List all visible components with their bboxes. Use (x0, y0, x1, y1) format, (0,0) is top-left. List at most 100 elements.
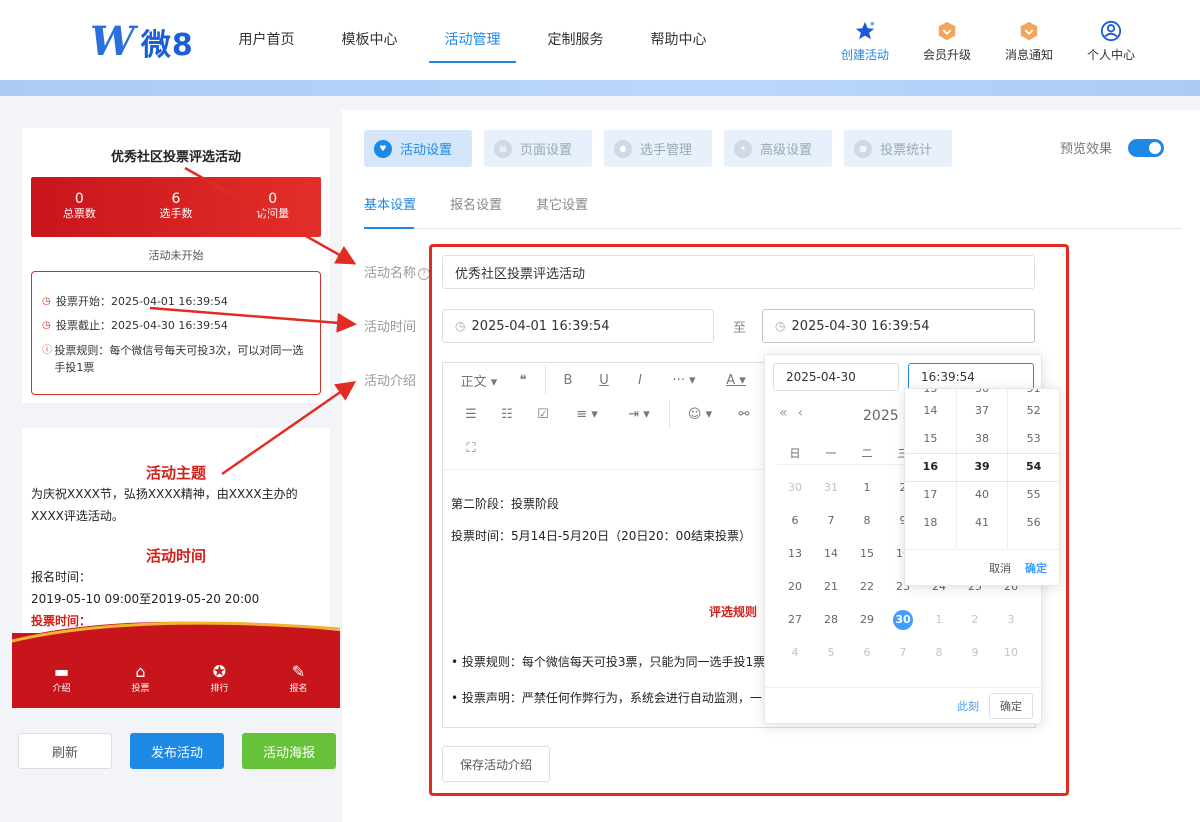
calendar-day[interactable]: 30 (777, 481, 813, 494)
bottom-nav-signup[interactable]: ✎ 报名 (259, 663, 338, 695)
create-activity-button[interactable]: 创建活动 (836, 20, 894, 63)
bottom-nav-ranking[interactable]: ✪ 排行 (180, 663, 259, 695)
time-confirm-button[interactable]: 确定 (1025, 560, 1047, 576)
refresh-button[interactable]: 刷新 (18, 733, 112, 769)
calendar-day[interactable]: 3 (993, 613, 1029, 626)
tab-activity-settings[interactable]: ♥ 活动设置 (364, 130, 473, 167)
picker-date-input[interactable]: 2025-04-30 (773, 363, 899, 391)
calendar-day[interactable]: 4 (777, 646, 813, 659)
logo[interactable]: W 微8 (90, 20, 194, 64)
nav-custom-service[interactable]: 定制服务 (524, 0, 627, 80)
minute-option[interactable]: 38 (957, 425, 1008, 453)
calendar-day[interactable]: 2 (957, 613, 993, 626)
nav-template-center[interactable]: 模板中心 (318, 0, 421, 80)
font-color-icon[interactable]: A ▾ (710, 373, 762, 388)
italic-icon[interactable]: I (622, 373, 658, 388)
calendar-day[interactable]: 20 (777, 580, 813, 593)
link-icon[interactable]: ⚯ (726, 407, 762, 422)
emoji-icon[interactable]: ☺ ▾ (674, 407, 726, 422)
hour-option[interactable]: 15 (905, 425, 956, 453)
calendar-day[interactable]: 27 (777, 613, 813, 626)
second-option[interactable]: 51 (1008, 389, 1059, 397)
numbered-list-icon[interactable]: ☷ (489, 407, 525, 422)
more-icon[interactable]: ··· ▾ (658, 373, 710, 388)
second-option[interactable]: 52 (1008, 397, 1059, 425)
calendar-day[interactable]: 6 (849, 646, 885, 659)
quote-icon[interactable]: ❝ (505, 373, 541, 388)
end-time-input[interactable]: ◷ 2025-04-30 16:39:54 (762, 309, 1035, 343)
paragraph-style-dropdown[interactable]: 正文 ▾ (453, 371, 505, 390)
nav-activity-management[interactable]: 活动管理 (421, 0, 524, 80)
minute-option[interactable]: 36 (957, 389, 1008, 397)
bullet-list-icon[interactable]: ☰ (453, 407, 489, 422)
tab-contestant-management[interactable]: ● 选手管理 (604, 130, 713, 167)
minute-column[interactable]: 36 37 38 39 40 41 (957, 389, 1009, 549)
second-option-selected[interactable]: 54 (1008, 453, 1059, 481)
minute-option[interactable]: 37 (957, 397, 1008, 425)
calendar-day[interactable]: 22 (849, 580, 885, 593)
bold-icon[interactable]: B (550, 373, 586, 388)
calendar-day[interactable]: 31 (813, 481, 849, 494)
bottom-nav-intro[interactable]: ▬ 介绍 (22, 663, 101, 695)
notifications-button[interactable]: 消息通知 (1000, 20, 1058, 63)
hour-option[interactable]: 14 (905, 397, 956, 425)
second-option[interactable]: 53 (1008, 425, 1059, 453)
subtab-basic-settings[interactable]: 基本设置 (364, 194, 416, 213)
picker-confirm-button[interactable]: 确定 (989, 692, 1033, 719)
fullscreen-icon[interactable]: ⛶ (453, 441, 489, 456)
calendar-day[interactable]: 5 (813, 646, 849, 659)
calendar-day[interactable]: 6 (777, 514, 813, 527)
hour-option[interactable]: 17 (905, 481, 956, 509)
picker-time-input[interactable]: 16:39:54 (908, 363, 1034, 391)
activity-poster-button[interactable]: 活动海报 (242, 733, 336, 769)
activity-name-input[interactable]: 优秀社区投票评选活动 (442, 255, 1035, 289)
prev-year-icon[interactable]: « (779, 405, 788, 421)
calendar-day[interactable]: 21 (813, 580, 849, 593)
calendar-day[interactable]: 8 (921, 646, 957, 659)
minute-option[interactable]: 41 (957, 509, 1008, 537)
calendar-day[interactable]: 15 (849, 547, 885, 560)
hour-option[interactable]: 18 (905, 509, 956, 537)
calendar-day[interactable]: 10 (993, 646, 1029, 659)
hour-option[interactable]: 13 (905, 389, 956, 397)
calendar-day-selected[interactable]: 30 (885, 609, 921, 630)
preview-effect-toggle[interactable] (1128, 138, 1164, 157)
second-column[interactable]: 51 52 53 54 55 56 (1008, 389, 1059, 549)
tab-page-settings[interactable]: ▤ 页面设置 (484, 130, 593, 167)
start-time-input[interactable]: ◷ 2025-04-01 16:39:54 (442, 309, 714, 343)
bottom-nav-vote[interactable]: ⌂ 投票 (101, 663, 180, 695)
underline-icon[interactable]: U (586, 373, 622, 388)
calendar-day[interactable]: 1 (849, 481, 885, 494)
tab-advanced-settings[interactable]: ✦ 高级设置 (724, 130, 833, 167)
calendar-day[interactable]: 28 (813, 613, 849, 626)
hour-column[interactable]: 13 14 15 16 17 18 (905, 389, 957, 549)
second-option[interactable]: 55 (1008, 481, 1059, 509)
subtab-signup-settings[interactable]: 报名设置 (450, 194, 502, 213)
personal-center-button[interactable]: 个人中心 (1082, 20, 1140, 63)
nav-user-home[interactable]: 用户首页 (215, 0, 318, 80)
calendar-day[interactable]: 13 (777, 547, 813, 560)
align-icon[interactable]: ≡ ▾ (561, 407, 613, 422)
calendar-day[interactable]: 14 (813, 547, 849, 560)
calendar-day[interactable]: 8 (849, 514, 885, 527)
save-intro-button[interactable]: 保存活动介绍 (442, 746, 550, 782)
calendar-day[interactable]: 9 (957, 646, 993, 659)
publish-activity-button[interactable]: 发布活动 (130, 733, 224, 769)
minute-option-selected[interactable]: 39 (957, 453, 1008, 481)
todo-icon[interactable]: ☑ (525, 407, 561, 422)
calendar-day[interactable]: 1 (921, 613, 957, 626)
calendar-day[interactable]: 7 (885, 646, 921, 659)
calendar-day[interactable]: 7 (813, 514, 849, 527)
second-option[interactable]: 56 (1008, 509, 1059, 537)
tab-vote-statistics[interactable]: ▦ 投票统计 (844, 130, 953, 167)
prev-month-icon[interactable]: ‹ (798, 405, 804, 421)
picker-now-button[interactable]: 此刻 (957, 698, 979, 714)
calendar-day[interactable]: 29 (849, 613, 885, 626)
member-upgrade-button[interactable]: 会员升级 (918, 20, 976, 63)
time-cancel-button[interactable]: 取消 (989, 560, 1011, 576)
subtab-other-settings[interactable]: 其它设置 (536, 194, 588, 213)
indent-icon[interactable]: ⇥ ▾ (613, 407, 665, 422)
nav-help-center[interactable]: 帮助中心 (627, 0, 730, 80)
minute-option[interactable]: 40 (957, 481, 1008, 509)
hour-option-selected[interactable]: 16 (905, 453, 956, 481)
